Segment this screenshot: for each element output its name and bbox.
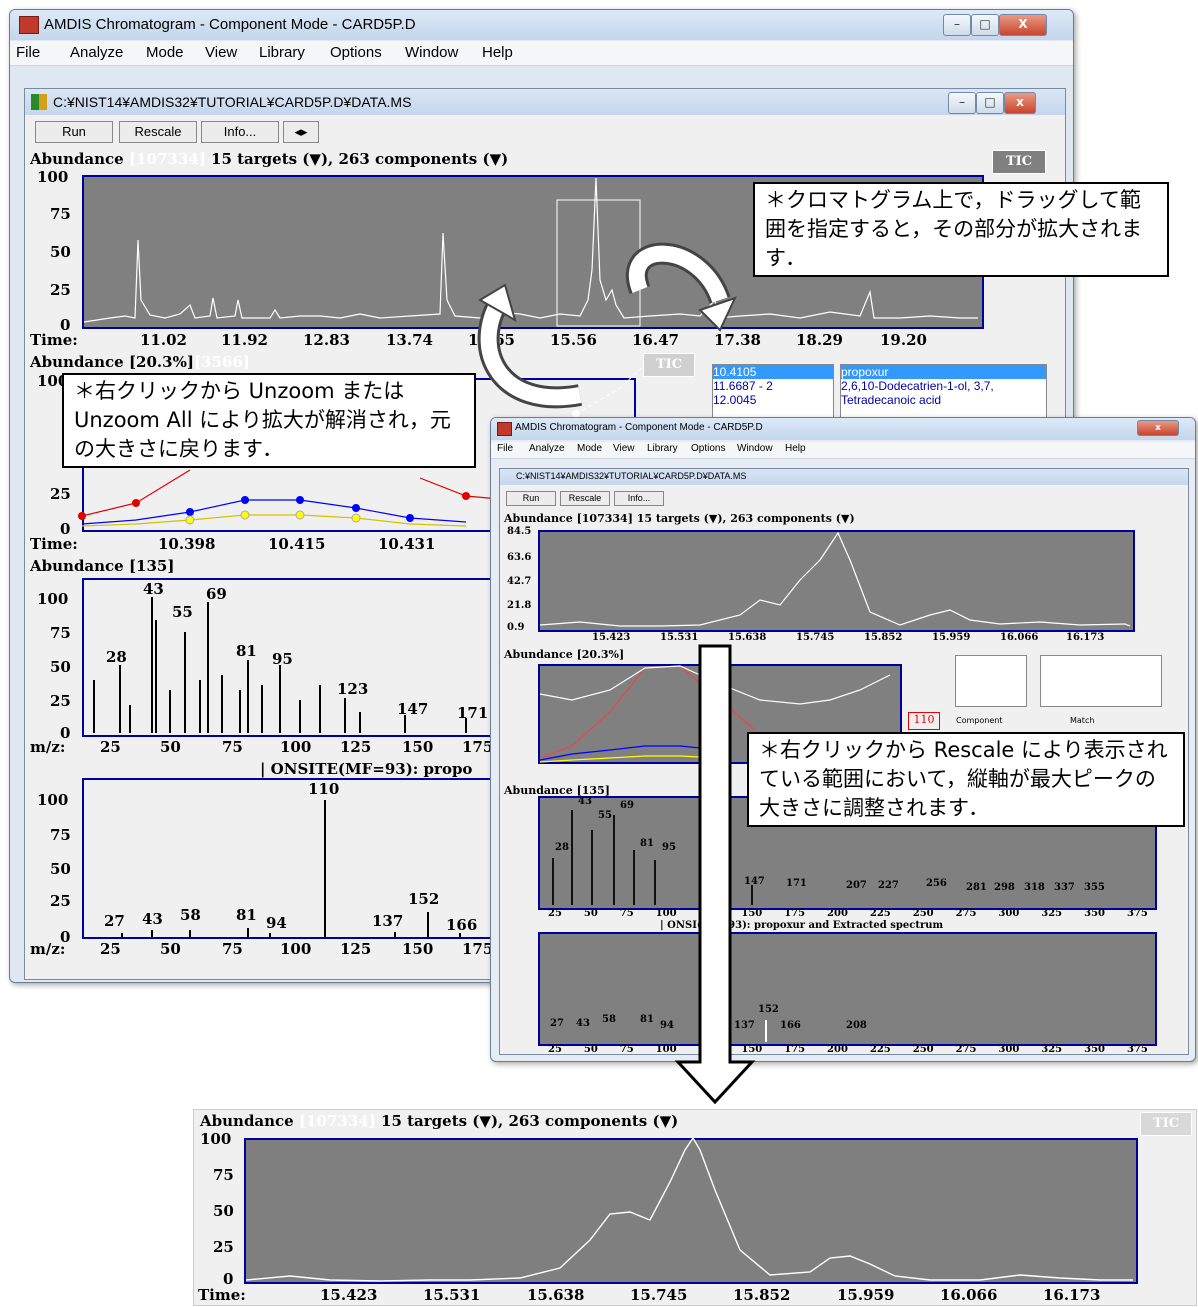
bottom-x-4: 15.852: [733, 1286, 791, 1304]
bottom-trace-svg: [245, 1136, 1133, 1282]
bottom-y-75: 75: [213, 1166, 234, 1184]
bottom-x-0: 15.423: [320, 1286, 378, 1304]
bottom-y-100: 100: [200, 1130, 232, 1148]
bottom-x-7: 16.173: [1043, 1286, 1101, 1304]
bottom-x-2: 15.638: [527, 1286, 585, 1304]
bottom-x-6: 16.066: [940, 1286, 998, 1304]
bottom-x-1: 15.531: [423, 1286, 481, 1304]
bottom-tic-trace: [245, 1136, 1133, 1282]
bottom-y-25: 25: [213, 1238, 234, 1256]
bottom-x-5: 15.959: [837, 1286, 895, 1304]
bottom-x-3: 15.745: [630, 1286, 688, 1304]
bottom-y-50: 50: [213, 1202, 234, 1220]
bottom-time-label: Time:: [198, 1286, 246, 1304]
